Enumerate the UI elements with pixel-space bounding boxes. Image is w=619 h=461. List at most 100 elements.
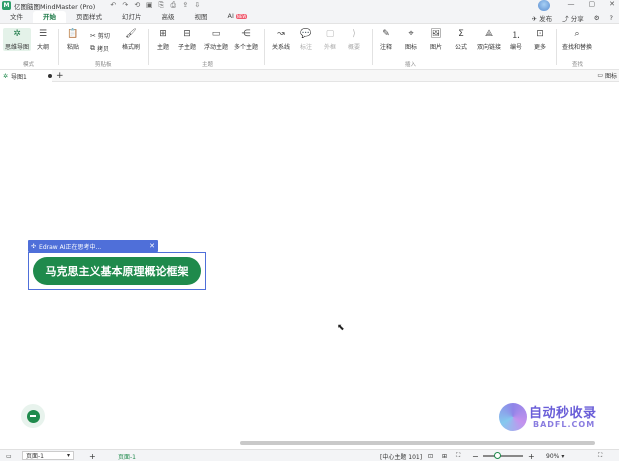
summary-button[interactable]: ⟩ 概要 xyxy=(348,28,360,51)
print-icon[interactable]: ⎙ xyxy=(169,1,177,10)
relation-line-icon: ↝ xyxy=(277,29,285,39)
numbering-label: 编号 xyxy=(510,44,523,51)
mindmap-file-icon: ✲ xyxy=(3,72,9,80)
callout-button[interactable]: 💬 标注 xyxy=(300,28,312,51)
side-panel-label: 图标 xyxy=(604,73,617,80)
tab-file[interactable]: 文件 xyxy=(0,11,33,23)
expand-icon[interactable]: ⛶ xyxy=(598,450,602,461)
tab-ai[interactable]: AI NEW xyxy=(218,11,258,23)
boundary-button[interactable]: ▢ 外框 xyxy=(324,28,336,51)
zoom-slider-track[interactable] xyxy=(483,455,523,457)
format-painter-button[interactable]: 🖌 格式刷 xyxy=(122,28,140,51)
more-button[interactable]: ⊡ 更多 xyxy=(534,28,546,51)
copy-icon: ⧉ xyxy=(90,44,95,52)
document-tabs: ✲ 导图1 + ▭ 图标 xyxy=(0,70,619,82)
image-button[interactable]: 🖼 图片 xyxy=(430,28,442,51)
bilink-label: 双向链接 xyxy=(477,44,502,51)
multiple-topics-button[interactable]: ⋲ 多个主题 xyxy=(234,28,258,51)
window-controls: — ▢ ✕ xyxy=(568,0,616,8)
note-label: 注释 xyxy=(380,44,393,51)
tab-page-style[interactable]: 页面样式 xyxy=(66,11,112,23)
cut-button[interactable]: ✂ 剪切 xyxy=(90,31,110,41)
paste-button[interactable]: 📋 粘贴 xyxy=(67,28,79,51)
tab-view[interactable]: 视图 xyxy=(185,11,218,23)
watermark-domain: BADFL.COM xyxy=(533,420,596,429)
mindmap-canvas[interactable]: ✣ Edraw AI正在思考中... ✕ 马克思主义基本原理概论框架 ⬉ 自动秒… xyxy=(0,83,619,449)
floating-action-button[interactable] xyxy=(21,404,45,428)
maximize-button[interactable]: ▢ xyxy=(589,0,596,8)
tab-advanced[interactable]: 高级 xyxy=(152,11,185,23)
minimize-button[interactable]: — xyxy=(568,0,575,8)
ai-thinking-banner: ✣ Edraw AI正在思考中... ✕ xyxy=(28,240,158,252)
page-list-icon[interactable]: ▭ xyxy=(6,450,12,461)
relation-line-button[interactable]: ↝ 关系线 xyxy=(272,28,290,51)
summary-label: 概要 xyxy=(348,44,361,51)
icon-button[interactable]: ⌖ 图标 xyxy=(405,28,417,51)
copy-button[interactable]: ⧉ 拷贝 xyxy=(90,44,109,53)
download-icon[interactable]: ⇩ xyxy=(193,1,201,10)
numbering-icon: ⒈ xyxy=(511,30,521,41)
fullscreen-icon[interactable]: ⛶ xyxy=(456,450,460,461)
add-page-button[interactable]: + xyxy=(89,450,96,461)
tab-slides[interactable]: 幻灯片 xyxy=(112,11,152,23)
find-icon: ⌕ xyxy=(574,29,580,39)
callout-icon: 💬 xyxy=(300,29,312,39)
side-panel-button[interactable]: ▭ 图标 xyxy=(597,71,617,80)
mindmap-mode-button[interactable]: ✲ 思维导图 xyxy=(3,28,32,51)
add-tab-button[interactable]: + xyxy=(56,70,64,82)
new-icon[interactable]: ▣ xyxy=(145,1,153,10)
zoom-level[interactable]: 90% ▾ xyxy=(546,450,564,461)
user-avatar[interactable] xyxy=(538,0,550,11)
share-button[interactable]: ⤴ 分享 xyxy=(562,13,584,23)
numbering-button[interactable]: ⒈ 编号 xyxy=(510,28,523,52)
ribbon-divider xyxy=(372,29,373,65)
unsaved-dot-icon[interactable] xyxy=(47,74,52,78)
image-label: 图片 xyxy=(430,44,443,51)
outline-mode-button[interactable]: ☰ 大纲 xyxy=(37,28,49,51)
help-icon[interactable]: ? xyxy=(610,14,613,22)
mindmap-icon: ✲ xyxy=(13,29,21,39)
tab-start[interactable]: 开始 xyxy=(33,11,66,23)
page-tab[interactable]: 页面-1 xyxy=(118,450,136,461)
document-tab[interactable]: ✲ 导图1 xyxy=(0,70,52,82)
page-select[interactable]: 页面-1 ▾ xyxy=(22,451,74,460)
status-bar: ▭ 页面-1 ▾ + 页面-1 [中心主题 101] ⊡ ⊞ ⛶ − + 90%… xyxy=(0,449,619,461)
find-replace-button[interactable]: ⌕ 查找和替换 xyxy=(562,28,592,51)
close-button[interactable]: ✕ xyxy=(609,0,615,8)
subtopic-button[interactable]: ⊟ 子主题 xyxy=(178,28,196,51)
open-icon[interactable]: ⎘ xyxy=(157,1,165,10)
paste-icon: 📋 xyxy=(67,29,79,39)
settings-icon[interactable]: ⚙ xyxy=(594,14,600,22)
grid-icon[interactable]: ⊞ xyxy=(442,450,447,461)
floating-topic-label: 浮动主题 xyxy=(204,44,229,51)
brush-icon: 🖌 xyxy=(125,29,137,39)
zoom-out-button[interactable]: − xyxy=(472,450,479,461)
ai-thinking-text: Edraw AI正在思考中... xyxy=(39,243,102,251)
refresh-icon[interactable]: ⟲ xyxy=(133,1,141,10)
group-label-insert: 插入 xyxy=(405,62,417,68)
zoom-slider-handle[interactable] xyxy=(493,452,501,459)
zoom-in-button[interactable]: + xyxy=(528,450,535,461)
outline-mode-label: 大纲 xyxy=(37,44,50,51)
ribbon: ✲ 思维导图 ☰ 大纲 模式 📋 粘贴 ✂ 剪切 ⧉ 拷贝 🖌 格式刷 剪贴板 ⊞ … xyxy=(0,25,619,70)
fit-icon[interactable]: ⊡ xyxy=(428,450,433,461)
undo-icon[interactable]: ↶ xyxy=(109,1,117,10)
subtopic-label: 子主题 xyxy=(178,44,197,51)
formula-button[interactable]: Σ 公式 xyxy=(455,28,467,51)
note-button[interactable]: ✎ 注释 xyxy=(380,28,392,51)
cut-label: 剪切 xyxy=(97,33,110,40)
close-icon[interactable]: ✕ xyxy=(149,240,155,252)
sigma-icon: Σ xyxy=(458,29,464,39)
bilink-button[interactable]: ⟁ 双向链接 xyxy=(477,28,501,51)
title-bar: M 亿图脑图MindMaster (Pro) ↶ ↷ ⟲ ▣ ⎘ ⎙ ⇪ ⇩ —… xyxy=(0,0,619,11)
export-icon[interactable]: ⇪ xyxy=(181,1,189,10)
publish-label: 发布 xyxy=(539,15,553,23)
central-topic[interactable]: 马克思主义基本原理概论框架 xyxy=(33,257,201,285)
redo-icon[interactable]: ↷ xyxy=(121,1,129,10)
quick-access-toolbar: ↶ ↷ ⟲ ▣ ⎘ ⎙ ⇪ ⇩ xyxy=(109,1,201,10)
floating-topic-button[interactable]: ▭ 浮动主题 xyxy=(204,28,228,51)
find-replace-label: 查找和替换 xyxy=(562,44,593,51)
publish-button[interactable]: ✈ 发布 xyxy=(532,13,553,23)
horizontal-scrollbar[interactable] xyxy=(240,441,595,445)
topic-button[interactable]: ⊞ 主题 xyxy=(157,28,169,51)
